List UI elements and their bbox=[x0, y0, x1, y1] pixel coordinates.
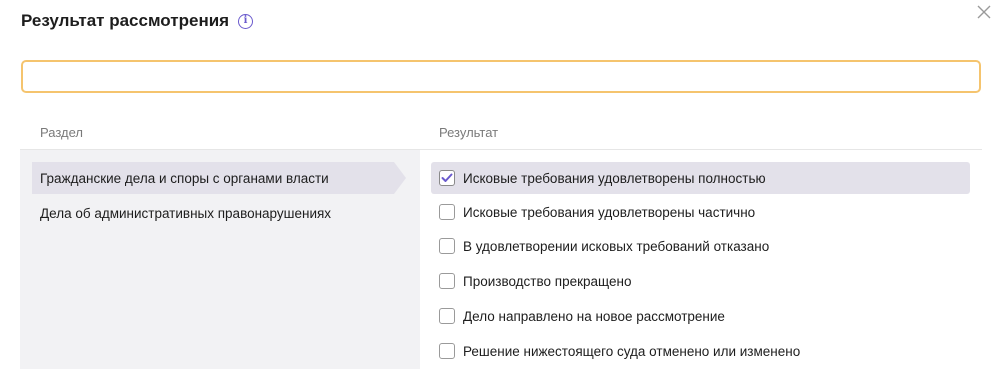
result-option-decision-changed[interactable]: Решение нижестоящего суда отменено или и… bbox=[431, 335, 970, 367]
close-icon[interactable] bbox=[972, 0, 996, 24]
section-item-label: Дела об административных правонарушениях bbox=[40, 205, 332, 221]
result-option-new-hearing[interactable]: Дело направлено на новое рассмотрение bbox=[431, 300, 970, 332]
result-option-label: В удовлетворении исковых требований отка… bbox=[463, 238, 770, 254]
section-item-administrative[interactable]: Дела об административных правонарушениях bbox=[32, 197, 394, 229]
search-input[interactable] bbox=[21, 60, 981, 93]
section-item-civil[interactable]: Гражданские дела и споры с органами влас… bbox=[32, 162, 406, 194]
section-item-label: Гражданские дела и споры с органами влас… bbox=[40, 170, 329, 186]
info-icon[interactable]: i bbox=[238, 13, 254, 29]
checkbox-checked[interactable] bbox=[439, 170, 455, 186]
section-list-panel: Гражданские дела и споры с органами влас… bbox=[20, 150, 420, 369]
check-icon bbox=[441, 173, 453, 182]
section-column-header: Раздел bbox=[40, 125, 83, 140]
checkbox[interactable] bbox=[439, 204, 455, 220]
checkbox[interactable] bbox=[439, 238, 455, 254]
checkbox[interactable] bbox=[439, 343, 455, 359]
result-option-label: Исковые требования удовлетворены полност… bbox=[463, 170, 766, 186]
checkbox[interactable] bbox=[439, 308, 455, 324]
dialog-title: Результат рассмотрения bbox=[21, 11, 230, 30]
result-option-refused[interactable]: В удовлетворении исковых требований отка… bbox=[431, 230, 970, 262]
result-option-label: Решение нижестоящего суда отменено или и… bbox=[463, 343, 801, 359]
result-column-header: Результат bbox=[439, 125, 499, 140]
dialog-title-row: Результат рассмотрения i bbox=[21, 11, 254, 31]
close-button[interactable] bbox=[972, 0, 996, 24]
result-option-terminated[interactable]: Производство прекращено bbox=[431, 265, 970, 297]
checkbox[interactable] bbox=[439, 273, 455, 289]
result-option-label: Дело направлено на новое рассмотрение bbox=[463, 308, 725, 324]
result-option-label: Производство прекращено bbox=[463, 273, 632, 289]
result-option-satisfied-fully[interactable]: Исковые требования удовлетворены полност… bbox=[431, 162, 970, 194]
result-option-satisfied-partially[interactable]: Исковые требования удовлетворены частичн… bbox=[431, 196, 970, 228]
result-option-label: Исковые требования удовлетворены частичн… bbox=[463, 204, 756, 220]
